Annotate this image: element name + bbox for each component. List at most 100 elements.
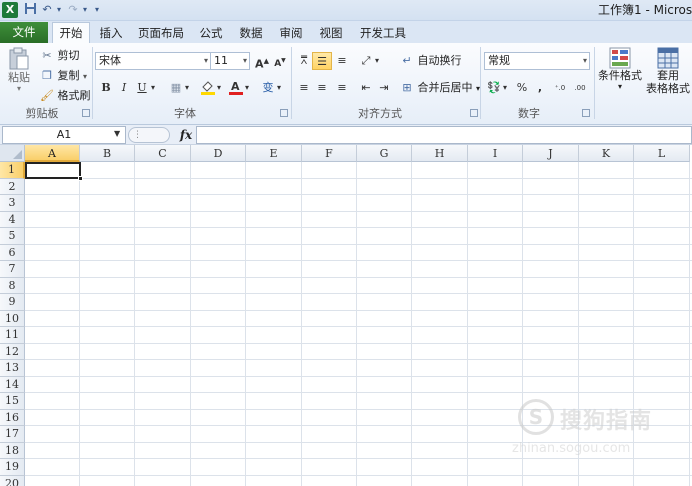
- redo-icon[interactable]: ↷: [66, 2, 80, 18]
- insert-function-icon[interactable]: fx: [176, 126, 196, 144]
- column-header-i[interactable]: I: [468, 145, 523, 162]
- excel-app-icon[interactable]: X: [2, 2, 18, 18]
- select-all-corner[interactable]: [0, 145, 25, 162]
- underline-dropdown-icon[interactable]: ▾: [148, 79, 158, 97]
- conditional-format-dropdown-icon[interactable]: ▾: [597, 83, 643, 91]
- copy-dropdown-icon[interactable]: ▾: [83, 72, 87, 81]
- column-header-g[interactable]: G: [357, 145, 412, 162]
- align-bottom-icon[interactable]: ≡: [332, 52, 352, 70]
- font-launcher-icon[interactable]: [280, 109, 288, 117]
- tab-insert[interactable]: 插入: [96, 23, 126, 43]
- currency-dropdown-icon[interactable]: ▾: [500, 79, 510, 97]
- column-header-a[interactable]: A: [25, 145, 80, 162]
- row-header-7[interactable]: 7: [0, 261, 25, 278]
- worksheet-grid[interactable]: ABCDEFGHIJKL 1 2 3 4 5 6 7 8 9 10 11 12 13 14 15 16 17 18…: [0, 145, 692, 486]
- column-header-h[interactable]: H: [412, 145, 468, 162]
- number-launcher-icon[interactable]: [582, 109, 590, 117]
- row-header-3[interactable]: 3: [0, 195, 25, 212]
- column-header-e[interactable]: E: [246, 145, 302, 162]
- wrap-text-button[interactable]: ↵ 自动换行: [400, 52, 461, 70]
- save-icon[interactable]: [22, 2, 38, 18]
- row-header-6[interactable]: 6: [0, 244, 25, 261]
- row-header-1[interactable]: 1: [0, 162, 25, 179]
- column-header-c[interactable]: C: [135, 145, 191, 162]
- formula-bar-expand-handle[interactable]: ⋮: [128, 127, 170, 143]
- fill-handle[interactable]: [78, 176, 83, 181]
- decrease-indent-icon[interactable]: ⇤: [356, 79, 376, 97]
- font-color-dropdown-icon[interactable]: ▾: [242, 79, 252, 97]
- italic-button[interactable]: I: [114, 79, 134, 97]
- row-header-20[interactable]: 20: [0, 475, 25, 486]
- row-header-12[interactable]: 12: [0, 343, 25, 360]
- row-header-9[interactable]: 9: [0, 294, 25, 311]
- tab-review[interactable]: 审阅: [276, 23, 306, 43]
- bold-button[interactable]: B: [96, 79, 116, 97]
- name-box[interactable]: A1: [2, 126, 126, 144]
- column-header-k[interactable]: K: [579, 145, 634, 162]
- merge-center-button[interactable]: ⊞ 合并后居中 ▾: [400, 79, 480, 97]
- align-left-icon[interactable]: ≡: [294, 79, 314, 97]
- alignment-launcher-icon[interactable]: [470, 109, 478, 117]
- paste-button[interactable]: 粘贴 ▾: [6, 47, 32, 97]
- row-header-15[interactable]: 15: [0, 393, 25, 410]
- row-header-13[interactable]: 13: [0, 360, 25, 377]
- tab-page-layout[interactable]: 页面布局: [134, 23, 188, 43]
- decrease-decimal-icon[interactable]: .00: [570, 79, 590, 97]
- name-box-dropdown-icon[interactable]: ▼: [114, 129, 120, 138]
- phonetic-dropdown-icon[interactable]: ▾: [274, 79, 284, 97]
- row-header-10[interactable]: 10: [0, 310, 25, 327]
- format-painter-button[interactable]: 🖌 格式刷: [40, 87, 90, 105]
- column-header-d[interactable]: D: [191, 145, 246, 162]
- row-header-5[interactable]: 5: [0, 228, 25, 245]
- align-top-icon[interactable]: ⩞: [294, 52, 314, 70]
- paste-dropdown-icon[interactable]: ▾: [6, 85, 32, 93]
- tab-view[interactable]: 视图: [314, 23, 348, 43]
- orientation-dropdown-icon[interactable]: ▾: [372, 52, 382, 70]
- number-format-dropdown-icon[interactable]: ▾: [583, 53, 587, 69]
- align-right-icon[interactable]: ≡: [332, 79, 352, 97]
- border-dropdown-icon[interactable]: ▾: [182, 79, 192, 97]
- tab-file[interactable]: 文件: [0, 22, 48, 43]
- redo-dropdown-icon[interactable]: ▾: [80, 2, 90, 18]
- row-header-19[interactable]: 19: [0, 459, 25, 476]
- undo-icon[interactable]: ↶: [40, 2, 54, 18]
- tab-home[interactable]: 开始: [52, 22, 90, 44]
- align-center-icon[interactable]: ≡: [312, 79, 332, 97]
- font-size-dropdown-icon[interactable]: ▾: [243, 53, 247, 69]
- number-format-combo[interactable]: 常规 ▾: [484, 52, 590, 70]
- active-cell-a1[interactable]: [25, 162, 81, 179]
- font-size-combo[interactable]: 11 ▾: [210, 52, 250, 70]
- percent-button[interactable]: %: [512, 79, 532, 97]
- column-header-l[interactable]: L: [634, 145, 690, 162]
- shrink-font-button[interactable]: A▼: [270, 52, 290, 70]
- format-as-table-button[interactable]: 套用 表格格式: [644, 47, 692, 103]
- increase-indent-icon[interactable]: ⇥: [374, 79, 394, 97]
- row-header-4[interactable]: 4: [0, 211, 25, 228]
- fill-color-dropdown-icon[interactable]: ▾: [214, 79, 224, 97]
- tab-formulas[interactable]: 公式: [196, 23, 226, 43]
- undo-dropdown-icon[interactable]: ▾: [54, 2, 64, 18]
- row-header-11[interactable]: 11: [0, 327, 25, 344]
- column-header-j[interactable]: J: [523, 145, 579, 162]
- row-header-8[interactable]: 8: [0, 277, 25, 294]
- comma-button[interactable]: ,: [530, 79, 550, 97]
- customize-quick-access-icon[interactable]: ▾: [92, 2, 102, 18]
- row-header-17[interactable]: 17: [0, 426, 25, 443]
- row-header-16[interactable]: 16: [0, 409, 25, 426]
- row-header-2[interactable]: 2: [0, 178, 25, 195]
- increase-decimal-icon[interactable]: ⁺.0: [550, 79, 570, 97]
- clipboard-launcher-icon[interactable]: [82, 109, 90, 117]
- row-header-14[interactable]: 14: [0, 376, 25, 393]
- row-header-18[interactable]: 18: [0, 442, 25, 459]
- cut-button[interactable]: ✂ 剪切: [40, 47, 79, 65]
- conditional-format-button[interactable]: 条件格式 ▾: [597, 47, 643, 103]
- tab-developer[interactable]: 开发工具: [356, 23, 410, 43]
- formula-input[interactable]: [196, 126, 692, 144]
- column-header-f[interactable]: F: [302, 145, 357, 162]
- copy-button[interactable]: ❐ 复制 ▾: [40, 67, 87, 85]
- font-name-combo[interactable]: 宋体 ▾: [95, 52, 211, 70]
- align-middle-icon[interactable]: ☰: [312, 52, 332, 70]
- grow-font-button[interactable]: A▲: [252, 52, 272, 71]
- font-name-dropdown-icon[interactable]: ▾: [204, 53, 208, 69]
- column-header-b[interactable]: B: [80, 145, 135, 162]
